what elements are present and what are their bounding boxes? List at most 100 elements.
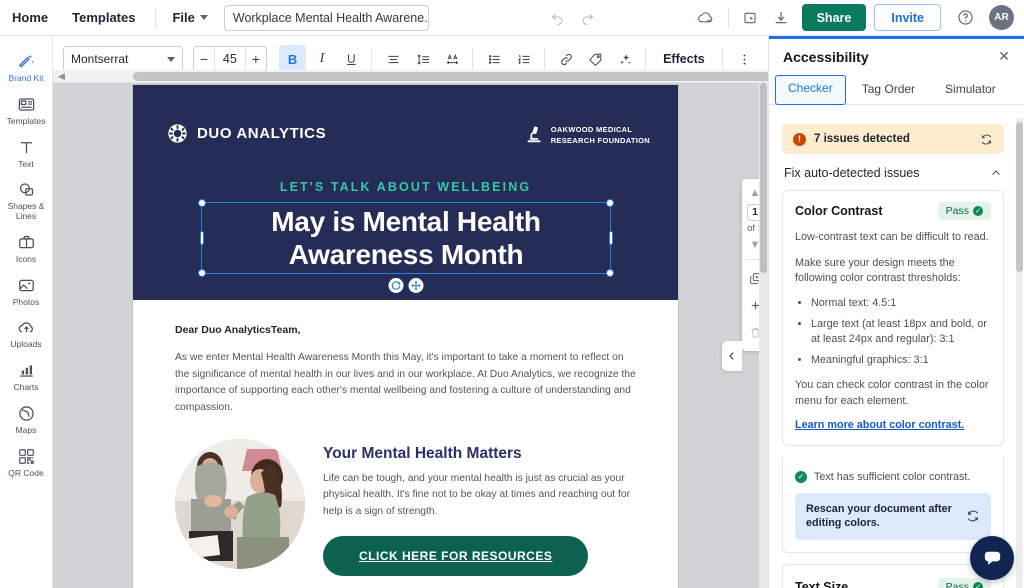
- italic-button[interactable]: I: [308, 45, 335, 73]
- numbered-list-icon[interactable]: [511, 45, 538, 73]
- letter-spacing-icon[interactable]: [439, 45, 466, 73]
- canvas-vertical-scrollbar[interactable]: [759, 83, 768, 588]
- chat-bubble-icon[interactable]: [970, 536, 1014, 580]
- download-icon[interactable]: [766, 3, 796, 33]
- sidebar-item-maps[interactable]: Maps: [0, 398, 53, 441]
- collapse-panel-button[interactable]: [722, 341, 742, 371]
- sidebar-item-charts[interactable]: Charts: [0, 355, 53, 398]
- resize-handle-right[interactable]: [609, 231, 613, 245]
- banner-eyebrow[interactable]: LET'S TALK ABOUT WELLBEING: [133, 180, 678, 194]
- brand-right-line1: OAKWOOD MEDICAL: [551, 125, 633, 134]
- rotate-icon[interactable]: [388, 278, 403, 293]
- tab-tag-order[interactable]: Tag Order: [848, 75, 929, 104]
- learn-more-link[interactable]: Learn more about color contrast.: [795, 419, 964, 431]
- effects-button[interactable]: Effects: [652, 52, 716, 66]
- move-icon[interactable]: [408, 278, 423, 293]
- font-size-value[interactable]: 45: [214, 47, 245, 71]
- magic-wand-icon: [17, 52, 36, 71]
- font-family-select[interactable]: Montserrat: [63, 46, 183, 72]
- nav-templates[interactable]: Templates: [60, 0, 147, 36]
- layout-icon: [17, 95, 36, 114]
- sidebar-label: Icons: [16, 255, 36, 265]
- feature-body: Life can be tough, and your mental healt…: [323, 471, 636, 520]
- bold-button[interactable]: B: [279, 45, 306, 73]
- more-vertical-icon[interactable]: [731, 45, 758, 73]
- top-bar: Home Templates File Workplace Mental Hea…: [0, 0, 1024, 36]
- letter-body[interactable]: Dear Duo AnalyticsTeam, As we enter Ment…: [133, 300, 678, 417]
- left-rail: Brand Kit Templates Text Shapes & Lines: [0, 36, 53, 588]
- issues-alert: ! 7 issues detected: [782, 124, 1004, 154]
- scrollbar-thumb[interactable]: [1016, 122, 1023, 272]
- sidebar-item-text[interactable]: Text: [0, 132, 53, 175]
- canvas-area[interactable]: DUO ANALYTICS OAKWOOD MEDICAL RESEARCH F…: [53, 83, 768, 588]
- top-bar-actions: Share Invite AR: [543, 3, 1024, 33]
- undo-icon[interactable]: [543, 3, 573, 33]
- design-page[interactable]: DUO ANALYTICS OAKWOOD MEDICAL RESEARCH F…: [133, 85, 678, 588]
- color-contrast-card[interactable]: Color Contrast Pass ✓ Low-contrast text …: [782, 190, 1004, 446]
- cta-button[interactable]: CLICK HERE FOR RESOURCES: [323, 536, 588, 576]
- resize-handle-top-right[interactable]: [606, 199, 614, 207]
- selected-text-element[interactable]: May is Mental Health Awareness Month: [201, 202, 611, 274]
- share-button[interactable]: Share: [802, 4, 867, 31]
- success-row: ✓ Text has sufficient color contrast.: [795, 471, 991, 483]
- tag-icon[interactable]: [582, 45, 609, 73]
- resize-handle-bottom-right[interactable]: [606, 269, 614, 277]
- text-size-card[interactable]: Text Size Pass ✓: [782, 564, 1004, 588]
- font-family-value: Montserrat: [71, 52, 128, 66]
- document-name-input[interactable]: Workplace Mental Health Awarene...: [224, 5, 429, 31]
- menu-file[interactable]: File: [164, 10, 215, 25]
- sidebar-item-shapes-lines[interactable]: Shapes & Lines: [0, 174, 53, 227]
- scrollbar-thumb[interactable]: [760, 83, 767, 273]
- tab-checker[interactable]: Checker: [775, 75, 846, 105]
- rescan-message: Rescan your document after editing color…: [806, 502, 958, 531]
- status-label: Pass: [946, 205, 969, 217]
- resize-handle-left[interactable]: [200, 231, 204, 245]
- sidebar-item-qr-code[interactable]: QR Code: [0, 441, 53, 484]
- fix-issues-section-header[interactable]: Fix auto-detected issues: [782, 154, 1004, 190]
- shapes-icon: [17, 180, 36, 199]
- canvas-horizontal-scrollbar[interactable]: ◀: [53, 70, 768, 83]
- refresh-icon[interactable]: [966, 509, 980, 523]
- underline-button[interactable]: U: [338, 45, 365, 73]
- chevron-down-icon: [200, 15, 208, 20]
- scroll-left-icon[interactable]: ◀: [58, 71, 65, 82]
- feature-title: Your Mental Health Matters: [323, 445, 636, 463]
- link-icon[interactable]: [553, 45, 580, 73]
- sidebar-item-templates[interactable]: Templates: [0, 89, 53, 132]
- scrollbar-thumb[interactable]: [133, 72, 773, 81]
- banner-section[interactable]: DUO ANALYTICS OAKWOOD MEDICAL RESEARCH F…: [133, 85, 678, 300]
- section-label: Fix auto-detected issues: [784, 166, 920, 180]
- brand-logo-left: DUO ANALYTICS: [167, 123, 326, 144]
- success-message: Text has sufficient color contrast.: [814, 471, 970, 483]
- resize-handle-top-left[interactable]: [198, 199, 206, 207]
- sidebar-item-uploads[interactable]: Uploads: [0, 312, 53, 355]
- font-size-decrease[interactable]: −: [194, 47, 215, 71]
- resize-handle-bottom-left[interactable]: [198, 269, 206, 277]
- issues-count-label: 7 issues detected: [814, 133, 910, 145]
- align-icon[interactable]: [380, 45, 407, 73]
- font-size-increase[interactable]: +: [246, 47, 267, 71]
- cloud-save-icon[interactable]: [691, 3, 721, 33]
- chevron-down-icon: [167, 57, 175, 62]
- line-spacing-icon[interactable]: [409, 45, 436, 73]
- bullet-list-icon[interactable]: [481, 45, 508, 73]
- help-icon[interactable]: [950, 3, 980, 33]
- sidebar-item-photos[interactable]: Photos: [0, 270, 53, 313]
- chevron-up-icon[interactable]: [990, 167, 1002, 179]
- sidebar-item-icons[interactable]: Icons: [0, 227, 53, 270]
- present-icon[interactable]: [736, 3, 766, 33]
- sparkle-icon[interactable]: [612, 45, 639, 73]
- feature-section[interactable]: Your Mental Health Matters Life can be t…: [133, 417, 678, 576]
- redo-icon[interactable]: [573, 3, 603, 33]
- list-item: Large text (at least 18px and bold, or a…: [811, 317, 991, 348]
- avatar[interactable]: AR: [989, 5, 1014, 30]
- refresh-icon[interactable]: [980, 133, 993, 146]
- feature-photo[interactable]: [175, 439, 305, 569]
- nav-home[interactable]: Home: [0, 0, 60, 36]
- tab-simulator[interactable]: Simulator: [931, 75, 1010, 104]
- sidebar-label: Charts: [13, 383, 38, 393]
- sidebar-item-brand-kit[interactable]: Brand Kit: [0, 46, 53, 89]
- invite-button[interactable]: Invite: [874, 4, 941, 31]
- close-icon[interactable]: ✕: [998, 48, 1010, 65]
- panel-vertical-scrollbar[interactable]: [1016, 118, 1023, 588]
